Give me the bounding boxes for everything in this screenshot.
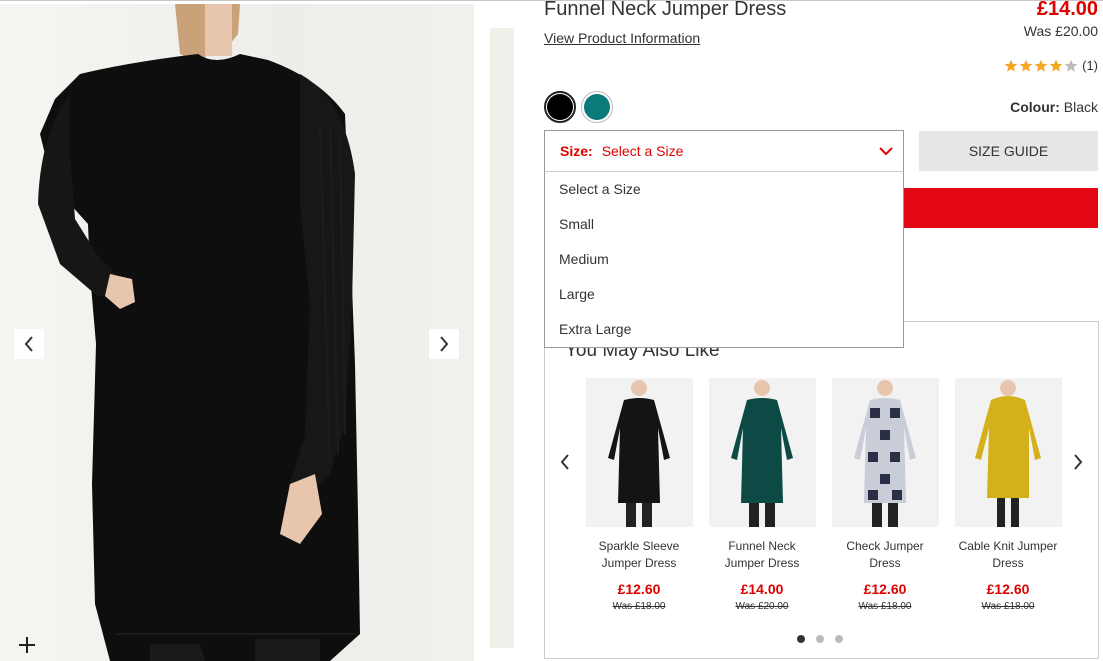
dress-thumbnail — [607, 380, 670, 527]
size-option[interactable]: Large — [545, 277, 903, 312]
rec-card-was-price: Was £18.00 — [981, 601, 1035, 612]
swatch-teal[interactable] — [581, 91, 613, 123]
size-option[interactable]: Extra Large — [545, 312, 903, 347]
dress-shape — [853, 398, 916, 503]
colour-label: Colour: Black — [1010, 99, 1098, 115]
star-filled-icon — [1004, 59, 1018, 72]
size-option[interactable]: Small — [545, 207, 903, 242]
zoom-button[interactable] — [14, 632, 40, 658]
dress-thumbnail — [974, 380, 1041, 527]
dress-shape — [607, 398, 670, 503]
swatch-black[interactable] — [544, 91, 576, 123]
carousel-dot[interactable] — [797, 635, 805, 643]
product-price: £14.00 — [1036, 0, 1098, 20]
carousel-dot[interactable] — [816, 635, 824, 643]
rec-card[interactable]: Funnel Neck Jumper Dress £14.00 Was £20.… — [707, 378, 817, 612]
rec-card-image[interactable] — [831, 378, 939, 527]
recs-prev-button[interactable] — [557, 453, 573, 471]
gallery-prev-button[interactable] — [14, 329, 44, 359]
star-filled-icon — [1049, 59, 1063, 72]
rec-card-price: £12.60 — [986, 581, 1030, 597]
size-select-label: Size: — [560, 143, 593, 159]
size-guide-button[interactable]: SIZE GUIDE — [919, 131, 1098, 171]
product-main-image — [38, 4, 360, 661]
recs-next-button[interactable] — [1070, 453, 1086, 471]
rating-stars[interactable]: (1) — [1004, 58, 1098, 73]
size-select[interactable]: Size: Select a Size — [544, 130, 904, 172]
size-option[interactable]: Select a Size — [545, 172, 903, 207]
chevron-right-icon — [1074, 454, 1083, 470]
rec-card-was-price: Was £20.00 — [735, 601, 789, 612]
rec-card[interactable]: Sparkle Sleeve Jumper Dress £12.60 Was £… — [584, 378, 694, 612]
rec-card[interactable]: Cable Knit Jumper Dress £12.60 Was £18.0… — [953, 378, 1063, 612]
dress-thumbnail — [730, 380, 793, 527]
star-filled-icon — [1034, 59, 1048, 72]
size-select-value: Select a Size — [601, 143, 684, 159]
chevron-right-icon — [440, 336, 449, 352]
rec-card-image[interactable] — [708, 378, 816, 527]
product-was-price: Was £20.00 — [1023, 23, 1098, 39]
secondary-image-strip — [490, 28, 514, 648]
rec-card-name[interactable]: Funnel Neck Jumper Dress — [707, 538, 817, 572]
plus-icon — [19, 637, 35, 653]
rec-card-name[interactable]: Check Jumper Dress — [830, 538, 940, 572]
rec-card-was-price: Was £18.00 — [612, 601, 666, 612]
colour-label-title: Colour: — [1010, 99, 1060, 115]
rec-card-image[interactable] — [954, 378, 1062, 527]
view-product-info-link[interactable]: View Product Information — [544, 30, 700, 46]
chevron-left-icon — [560, 454, 569, 470]
rec-card-was-price: Was £18.00 — [858, 601, 912, 612]
dress-shape — [730, 398, 793, 503]
product-gallery — [0, 4, 474, 661]
size-dropdown: Select a Size Small Medium Large Extra L… — [544, 171, 904, 348]
star-empty-icon — [1064, 59, 1078, 72]
colour-swatches — [544, 91, 613, 123]
rec-card-image[interactable] — [585, 378, 693, 527]
colour-value: Black — [1063, 99, 1098, 115]
review-count: (1) — [1082, 58, 1098, 73]
rec-card-name[interactable]: Cable Knit Jumper Dress — [953, 538, 1063, 572]
product-title: Funnel Neck Jumper Dress — [544, 0, 787, 20]
chevron-left-icon — [24, 336, 33, 352]
rec-card-name[interactable]: Sparkle Sleeve Jumper Dress — [584, 538, 694, 572]
dress-shape — [974, 396, 1041, 498]
rec-card-price: £12.60 — [617, 581, 661, 597]
swatch-teal-dot — [584, 94, 610, 120]
dress-thumbnail — [853, 380, 916, 527]
gallery-next-button[interactable] — [429, 329, 459, 359]
rec-card[interactable]: Check Jumper Dress £12.60 Was £18.00 — [830, 378, 940, 612]
size-option[interactable]: Medium — [545, 242, 903, 277]
carousel-dot[interactable] — [835, 635, 843, 643]
recommendations-panel: You May Also Like Sparkle Sleeve Jumper … — [544, 321, 1099, 659]
rec-card-price: £14.00 — [740, 581, 784, 597]
star-filled-icon — [1019, 59, 1033, 72]
carousel-dots — [797, 635, 843, 643]
swatch-black-dot — [547, 94, 573, 120]
rec-card-price: £12.60 — [863, 581, 907, 597]
chevron-down-icon — [879, 147, 893, 156]
